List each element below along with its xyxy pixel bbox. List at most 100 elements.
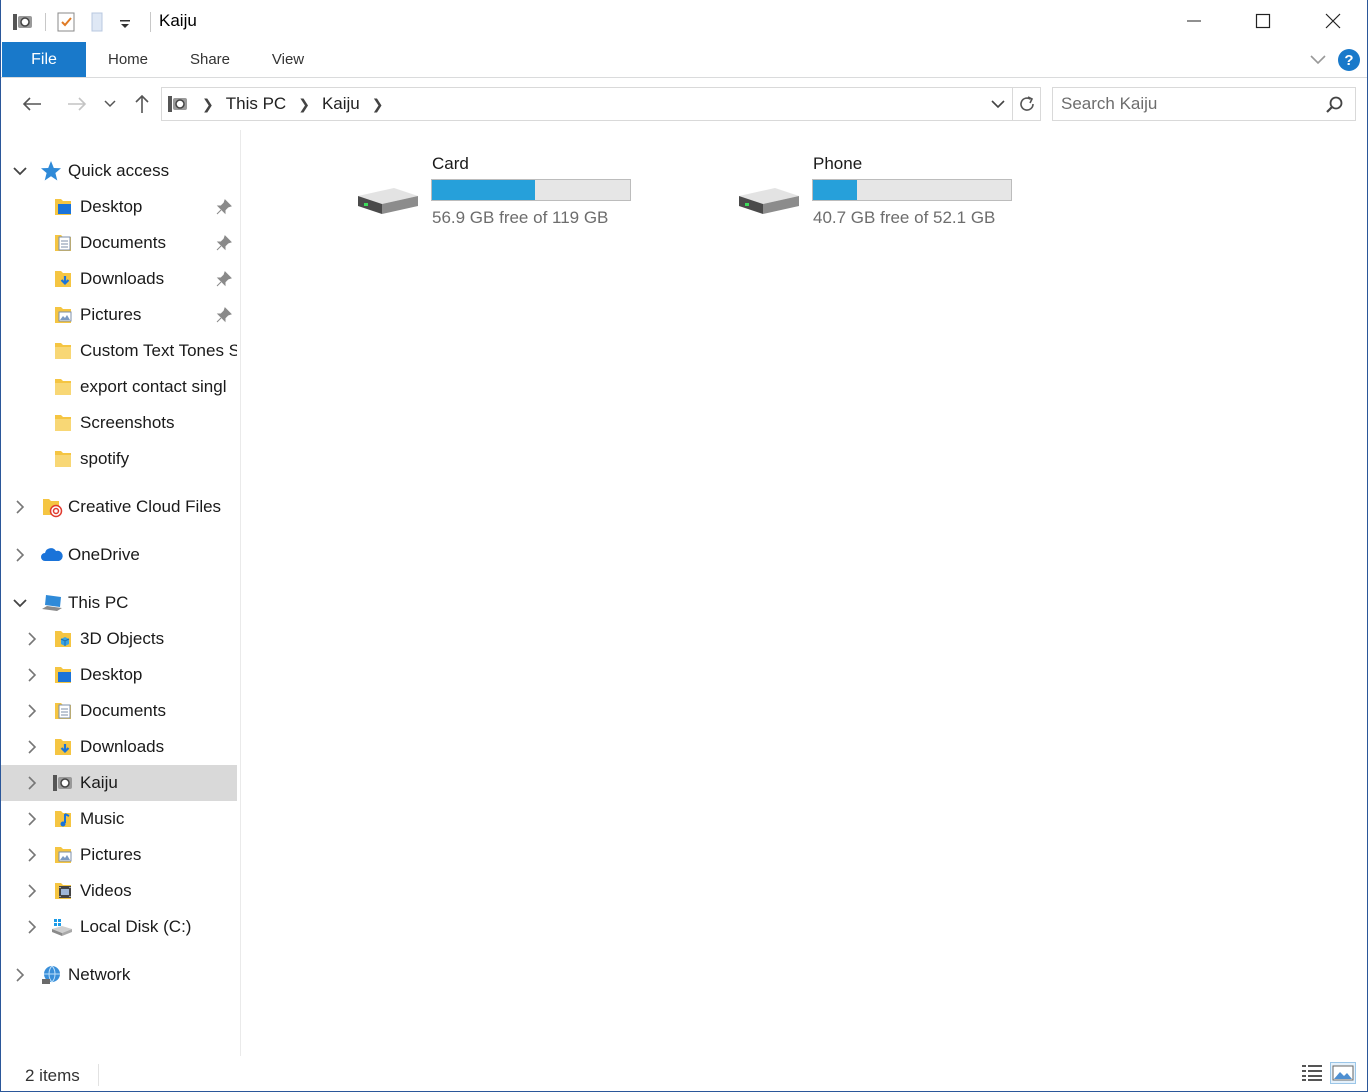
status-bar: 2 items bbox=[1, 1056, 1367, 1092]
nav-pc-videos[interactable]: Videos bbox=[1, 873, 237, 909]
drive-tile-phone[interactable]: Phone 40.7 GB free of 52.1 GB bbox=[737, 140, 1037, 230]
nav-qa-pictures[interactable]: Pictures bbox=[1, 297, 237, 333]
back-button[interactable] bbox=[17, 90, 47, 118]
music-folder-icon bbox=[52, 808, 74, 830]
chevron-right-icon[interactable] bbox=[25, 740, 39, 754]
minimize-icon bbox=[1187, 20, 1201, 22]
minimize-button[interactable] bbox=[1159, 0, 1229, 42]
nav-quick-access[interactable]: Quick access bbox=[1, 153, 237, 189]
nav-label: Documents bbox=[80, 233, 166, 252]
chevron-right-icon[interactable] bbox=[25, 884, 39, 898]
nav-qa-downloads[interactable]: Downloads bbox=[1, 261, 237, 297]
nav-qa-custom-text-tones[interactable]: Custom Text Tones S bbox=[1, 333, 237, 369]
nav-pc-pictures[interactable]: Pictures bbox=[1, 837, 237, 873]
pin-icon[interactable] bbox=[216, 199, 232, 215]
tab-file[interactable]: File bbox=[2, 42, 86, 77]
pin-icon[interactable] bbox=[216, 271, 232, 287]
nav-label: Music bbox=[80, 809, 125, 828]
maximize-button[interactable] bbox=[1228, 0, 1298, 42]
nav-this-pc[interactable]: This PC bbox=[1, 585, 237, 621]
search-input[interactable] bbox=[1061, 92, 1311, 116]
drive-free-space: 56.9 GB free of 119 GB bbox=[432, 208, 609, 227]
chevron-right-icon[interactable] bbox=[25, 632, 39, 646]
address-history-dropdown[interactable] bbox=[986, 88, 1010, 120]
address-bar[interactable]: ❯ This PC ❯ Kaiju ❯ bbox=[161, 87, 1041, 121]
nav-onedrive[interactable]: OneDrive bbox=[1, 537, 237, 573]
chevron-right-icon[interactable] bbox=[25, 776, 39, 790]
back-arrow-icon bbox=[22, 97, 41, 111]
tab-home[interactable]: Home bbox=[97, 42, 159, 77]
folder-icon bbox=[52, 448, 74, 470]
properties-icon[interactable] bbox=[54, 10, 78, 34]
tab-view[interactable]: View bbox=[259, 42, 317, 77]
nav-label: 3D Objects bbox=[80, 629, 165, 648]
details-view-button[interactable] bbox=[1299, 1062, 1325, 1084]
up-button[interactable] bbox=[127, 90, 157, 118]
close-icon bbox=[1325, 13, 1341, 29]
nav-label: Network bbox=[68, 965, 131, 984]
breadcrumb-chevron-icon[interactable]: ❯ bbox=[298, 96, 310, 113]
nav-network[interactable]: Network bbox=[1, 957, 237, 993]
search-icon[interactable] bbox=[1325, 95, 1345, 115]
nav-pc-3d-objects[interactable]: 3D Objects bbox=[1, 621, 237, 657]
chevron-down-icon[interactable] bbox=[13, 596, 27, 610]
nav-label: Creative Cloud Files bbox=[68, 497, 222, 516]
breadcrumb-kaiju[interactable]: Kaiju bbox=[322, 94, 360, 114]
nav-qa-documents[interactable]: Documents bbox=[1, 225, 237, 261]
close-button[interactable] bbox=[1298, 0, 1368, 42]
nav-label: Downloads bbox=[80, 737, 165, 756]
search-box[interactable] bbox=[1052, 87, 1356, 121]
chevron-right-icon[interactable] bbox=[25, 920, 39, 934]
content-area: Card 56.9 GB free of 119 GB Phone 40.7 G… bbox=[242, 130, 1367, 1056]
nav-pc-documents[interactable]: Documents bbox=[1, 693, 237, 729]
pin-icon[interactable] bbox=[216, 307, 232, 323]
forward-button[interactable] bbox=[62, 90, 92, 118]
3d-objects-folder-icon bbox=[52, 628, 74, 650]
nav-pc-music[interactable]: Music bbox=[1, 801, 237, 837]
desktop-folder-icon bbox=[52, 196, 74, 218]
drive-usage-bar bbox=[431, 179, 631, 201]
nav-pc-downloads[interactable]: Downloads bbox=[1, 729, 237, 765]
status-separator bbox=[98, 1064, 99, 1086]
nav-qa-spotify[interactable]: spotify bbox=[1, 441, 237, 477]
breadcrumb-this-pc[interactable]: This PC bbox=[226, 94, 286, 114]
recent-locations-button[interactable] bbox=[97, 90, 123, 118]
drive-usage-fill bbox=[432, 180, 535, 200]
expand-ribbon-button[interactable] bbox=[1305, 48, 1331, 72]
large-icons-view-button[interactable] bbox=[1330, 1062, 1356, 1084]
chevron-right-icon[interactable] bbox=[25, 812, 39, 826]
nav-pc-local-disk-c[interactable]: Local Disk (C:) bbox=[1, 909, 237, 945]
nav-qa-screenshots[interactable]: Screenshots bbox=[1, 405, 237, 441]
breadcrumb-chevron-icon[interactable]: ❯ bbox=[202, 96, 214, 113]
nav-pc-kaiju[interactable]: Kaiju bbox=[1, 765, 237, 801]
nav-label: Custom Text Tones S bbox=[80, 341, 237, 360]
breadcrumb-chevron-icon[interactable]: ❯ bbox=[372, 96, 384, 113]
drive-tile-card[interactable]: Card 56.9 GB free of 119 GB bbox=[356, 140, 656, 230]
creative-cloud-icon bbox=[41, 496, 63, 518]
chevron-right-icon[interactable] bbox=[25, 668, 39, 682]
chevron-down-icon[interactable] bbox=[13, 164, 27, 178]
pin-icon[interactable] bbox=[216, 235, 232, 251]
new-folder-icon[interactable] bbox=[86, 10, 110, 34]
help-button[interactable]: ? bbox=[1337, 48, 1361, 72]
forward-arrow-icon bbox=[68, 97, 87, 111]
nav-qa-export-contact[interactable]: export contact singl bbox=[1, 369, 237, 405]
drive-free-space: 40.7 GB free of 52.1 GB bbox=[813, 208, 996, 227]
tab-share[interactable]: Share bbox=[179, 42, 241, 77]
nav-label: Desktop bbox=[80, 665, 143, 684]
downloads-folder-icon bbox=[52, 736, 74, 758]
device-icon[interactable] bbox=[11, 10, 35, 34]
chevron-right-icon[interactable] bbox=[13, 968, 27, 982]
nav-label: Pictures bbox=[80, 845, 142, 864]
nav-label: spotify bbox=[80, 449, 130, 468]
chevron-right-icon[interactable] bbox=[25, 848, 39, 862]
nav-qa-desktop[interactable]: Desktop bbox=[1, 189, 237, 225]
chevron-down-icon bbox=[991, 100, 1005, 109]
chevron-right-icon[interactable] bbox=[13, 500, 27, 514]
refresh-button[interactable] bbox=[1012, 88, 1040, 120]
chevron-right-icon[interactable] bbox=[13, 548, 27, 562]
nav-pc-desktop[interactable]: Desktop bbox=[1, 657, 237, 693]
nav-creative-cloud-files[interactable]: Creative Cloud Files bbox=[1, 489, 237, 525]
chevron-right-icon[interactable] bbox=[25, 704, 39, 718]
customize-toolbar-dropdown-icon[interactable] bbox=[118, 10, 132, 34]
